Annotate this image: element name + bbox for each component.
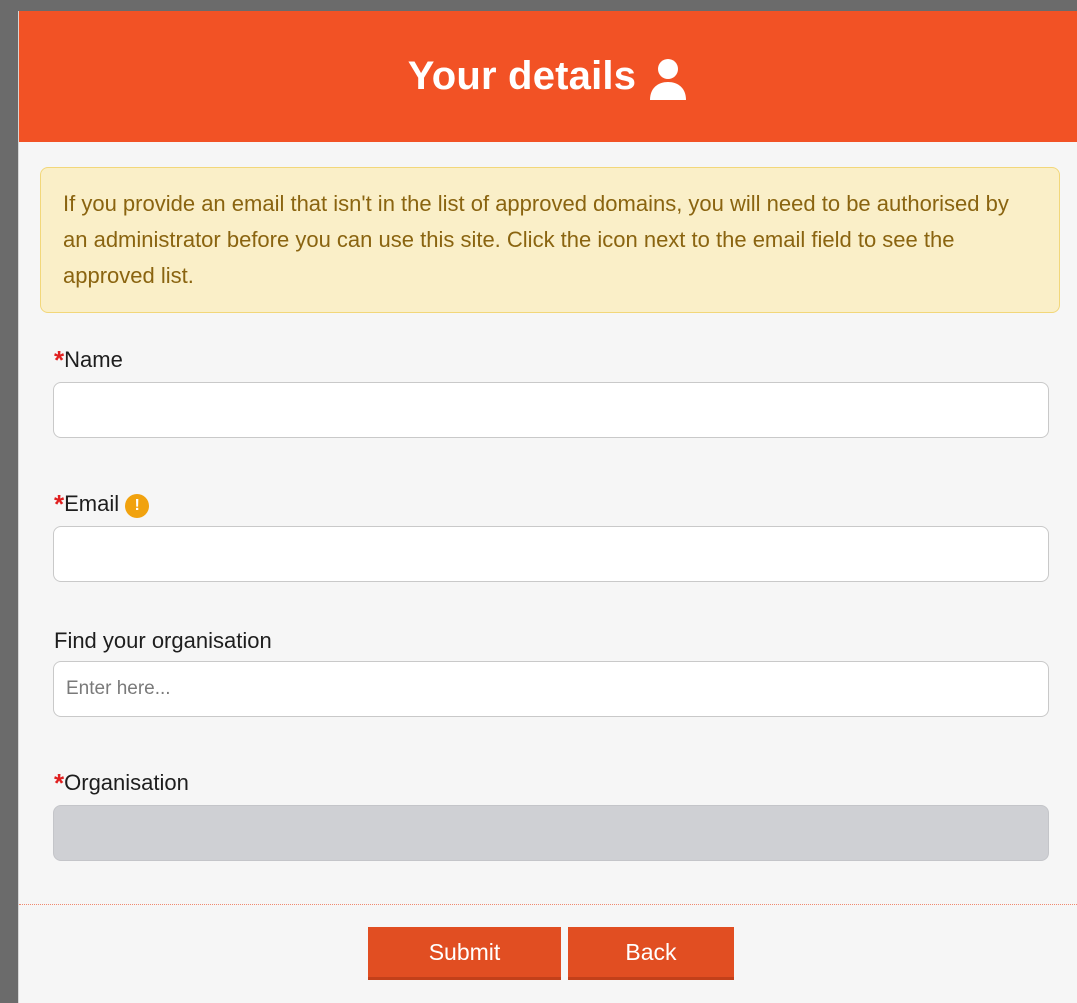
modal-header: Your details: [19, 11, 1077, 142]
find-organisation-input[interactable]: [53, 661, 1049, 717]
name-label: *Name: [54, 345, 123, 376]
required-marker: *: [54, 768, 65, 798]
organisation-field: [53, 805, 1049, 861]
find-organisation-label-text: Find your organisation: [54, 628, 272, 653]
email-input[interactable]: [53, 526, 1049, 582]
name-input[interactable]: [53, 382, 1049, 438]
name-label-text: Name: [64, 347, 123, 372]
organisation-label: *Organisation: [54, 768, 189, 799]
submit-button[interactable]: Submit: [368, 927, 561, 980]
organisation-label-text: Organisation: [64, 770, 189, 795]
find-organisation-label: Find your organisation: [54, 628, 272, 654]
email-label: *Email!: [54, 489, 150, 520]
email-label-text: Email: [64, 491, 120, 516]
required-marker: *: [54, 345, 65, 375]
user-icon: [648, 58, 688, 102]
footer-divider: [19, 904, 1077, 905]
details-modal: Your details If you provide an email tha…: [18, 11, 1077, 1003]
back-button[interactable]: Back: [568, 927, 734, 980]
required-marker: *: [54, 489, 65, 519]
approved-domains-alert: If you provide an email that isn't in th…: [40, 167, 1060, 313]
modal-title: Your details: [407, 54, 637, 98]
approved-domains-info-icon[interactable]: !: [125, 494, 150, 518]
